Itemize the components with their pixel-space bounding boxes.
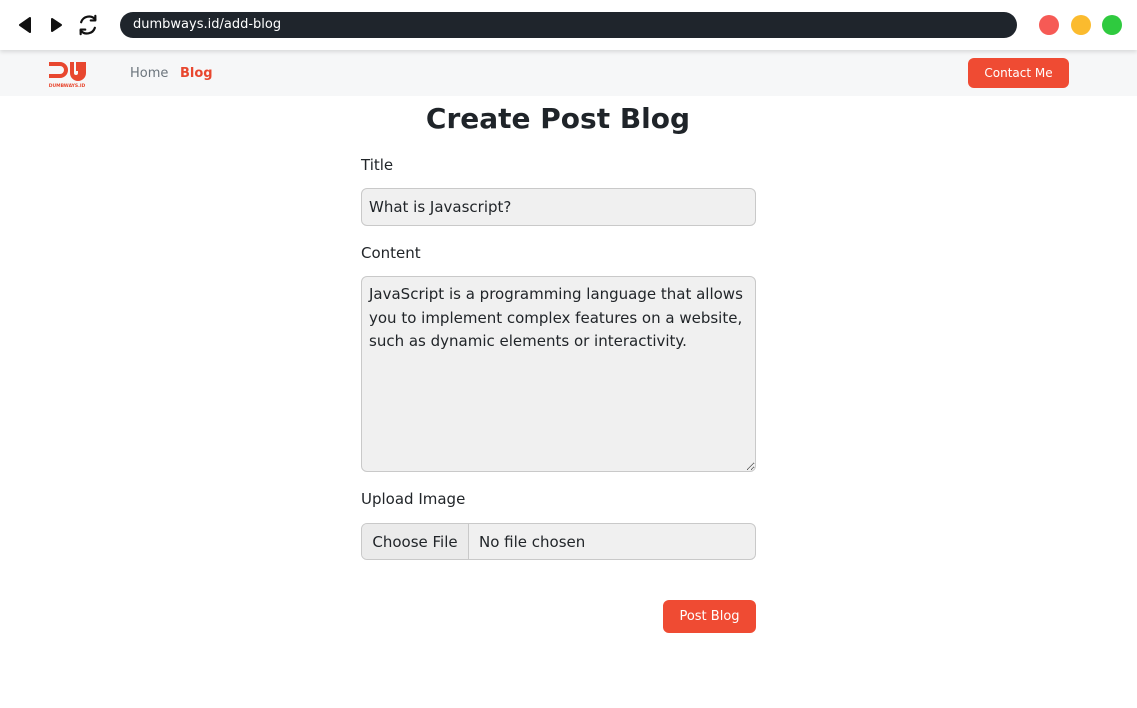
content-textarea[interactable]: JavaScript is a programming language tha… bbox=[361, 276, 756, 472]
choose-file-button[interactable]: Choose File bbox=[362, 524, 469, 559]
title-input[interactable] bbox=[361, 188, 756, 226]
upload-image-label: Upload Image bbox=[361, 490, 466, 508]
post-blog-button[interactable]: Post Blog bbox=[663, 600, 756, 633]
close-dot[interactable] bbox=[1039, 15, 1059, 35]
nav-link-home[interactable]: Home bbox=[130, 66, 168, 81]
back-icon[interactable] bbox=[13, 13, 37, 37]
minimize-dot[interactable] bbox=[1071, 15, 1091, 35]
file-status-text: No file chosen bbox=[479, 532, 586, 551]
maximize-dot[interactable] bbox=[1102, 15, 1122, 35]
forward-icon[interactable] bbox=[44, 13, 68, 37]
contact-me-button[interactable]: Contact Me bbox=[968, 58, 1069, 88]
content-label: Content bbox=[361, 244, 421, 262]
image-file-input[interactable]: Choose File No file chosen bbox=[361, 523, 756, 560]
page-title: Create Post Blog bbox=[425, 102, 691, 135]
url-bar[interactable]: dumbways.id/add-blog bbox=[120, 12, 1017, 38]
reload-icon[interactable] bbox=[76, 13, 100, 37]
nav-link-blog[interactable]: Blog bbox=[180, 66, 213, 81]
title-label: Title bbox=[361, 156, 394, 174]
dumbways-logo[interactable]: DUMBWAYS.ID bbox=[46, 59, 88, 89]
logo-wordmark: DUMBWAYS.ID bbox=[49, 83, 86, 89]
site-navbar: DUMBWAYS.ID Home Blog Contact Me bbox=[0, 50, 1137, 96]
browser-chrome: dumbways.id/add-blog bbox=[0, 0, 1137, 50]
